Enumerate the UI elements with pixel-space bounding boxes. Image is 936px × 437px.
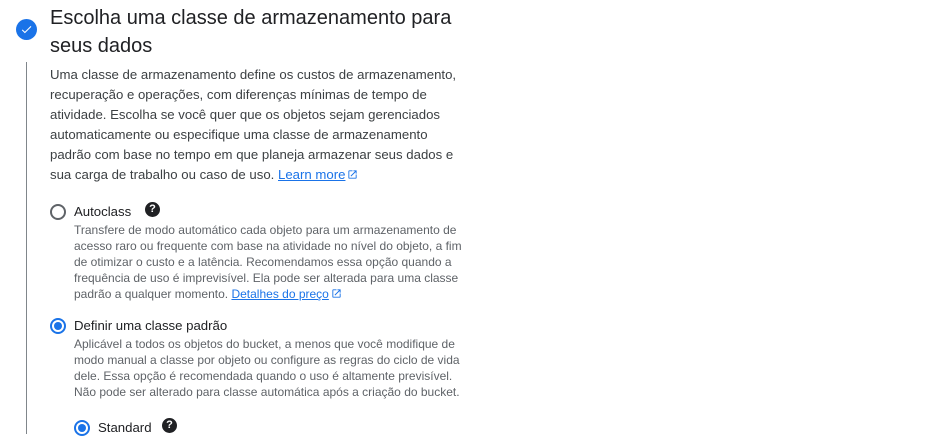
learn-more-label: Learn more: [278, 167, 346, 182]
section-title: Escolha uma classe de armazenamento para…: [50, 7, 452, 57]
standard-label[interactable]: Standard: [98, 419, 152, 437]
pricing-details-label: Detalhes do preço: [231, 287, 329, 301]
autoclass-label[interactable]: Autoclass: [74, 203, 131, 221]
default-class-label[interactable]: Definir uma classe padrão: [74, 317, 227, 335]
step-complete-check-icon: [16, 19, 37, 40]
section-description: Uma classe de armazenamento define os cu…: [50, 65, 460, 186]
standard-help-icon[interactable]: ?: [162, 418, 177, 433]
external-link-icon: [331, 287, 342, 303]
autoclass-help-icon[interactable]: ?: [145, 202, 160, 217]
step-connector-line: [26, 62, 27, 434]
description-text: Uma classe de armazenamento define os cu…: [50, 67, 457, 182]
external-link-icon: [347, 166, 358, 186]
default-class-radio[interactable]: [50, 318, 66, 334]
autoclass-radio[interactable]: [50, 204, 66, 220]
default-class-description: Aplicável a todos os objetos do bucket, …: [74, 337, 460, 399]
autoclass-description: Transfere de modo automático cada objeto…: [74, 222, 466, 303]
learn-more-link[interactable]: Learn more: [278, 167, 358, 182]
pricing-details-link[interactable]: Detalhes do preço: [231, 287, 341, 301]
